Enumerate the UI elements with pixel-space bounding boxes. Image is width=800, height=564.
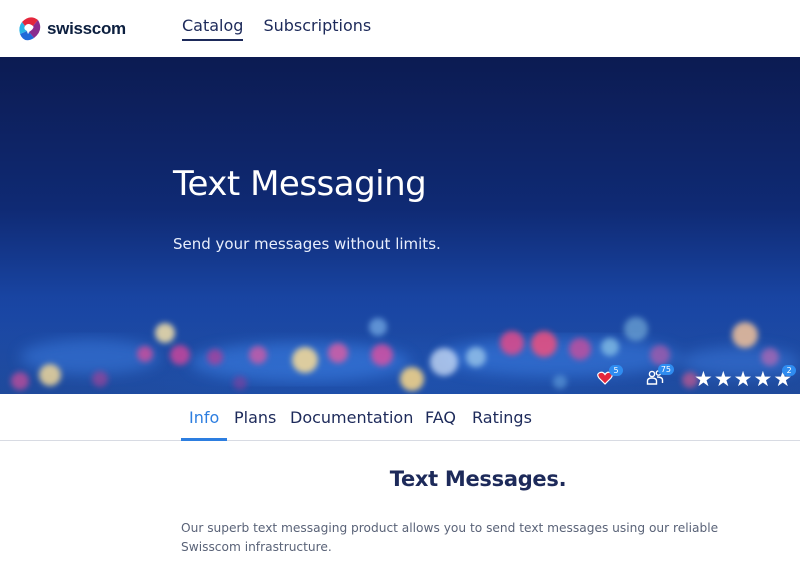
nav-subscriptions-link[interactable]: Subscriptions [263, 16, 371, 41]
subscribers-stat: 75 [646, 364, 674, 391]
tab-faq[interactable]: FAQ [425, 408, 456, 441]
hero-subtitle: Send your messages without limits. [173, 235, 441, 253]
city-lights-background [0, 297, 800, 394]
star-icon: ★ [753, 367, 773, 391]
rating-stat: ★ ★ ★ ★ ★ 2 [694, 365, 797, 391]
tab-plans[interactable]: Plans [234, 408, 276, 441]
star-icon: ★ [733, 367, 753, 391]
brand-name: swisscom [47, 19, 126, 38]
top-bar: swisscom Catalog Subscriptions [0, 0, 800, 57]
tab-documentation[interactable]: Documentation [290, 408, 413, 441]
hero-banner: Text Messaging Send your messages withou… [0, 57, 800, 394]
rating-button[interactable]: ★ ★ ★ ★ ★ 2 [694, 365, 797, 390]
hero-title: Text Messaging [173, 164, 427, 204]
subscribers-count-badge: 75 [657, 364, 674, 375]
star-icon: ★ [694, 367, 713, 391]
ratings-count-badge: 2 [782, 365, 797, 376]
rating-stars: ★ ★ ★ ★ ★ [694, 368, 792, 390]
subscribers-button[interactable]: 75 [646, 364, 674, 389]
product-description: Our superb text messaging product allows… [181, 521, 719, 554]
favorites-stat: 5 [597, 364, 623, 391]
product-tabs: Info Plans Documentation FAQ Ratings [0, 394, 800, 441]
swisscom-logo-icon [19, 17, 41, 41]
top-navigation: Catalog Subscriptions [182, 16, 371, 41]
tab-info[interactable]: Info [181, 408, 228, 441]
star-icon: ★ [713, 367, 733, 391]
swisscom-logo[interactable]: swisscom [18, 14, 126, 44]
favorite-button[interactable]: 5 [597, 364, 623, 389]
section-heading: Text Messages. [389, 467, 567, 491]
favorites-count-badge: 5 [609, 364, 623, 376]
nav-catalog-link[interactable]: Catalog [182, 16, 244, 41]
tab-ratings[interactable]: Ratings [472, 408, 532, 441]
